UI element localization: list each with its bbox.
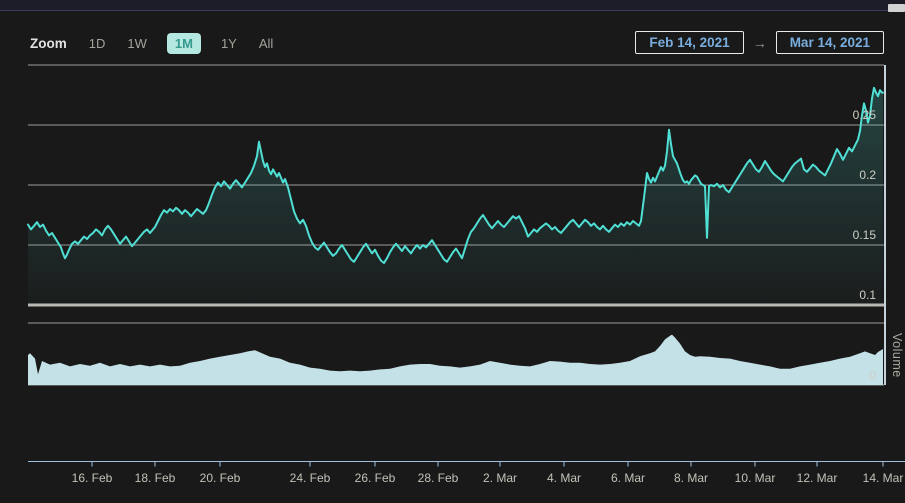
price-area: [28, 88, 883, 305]
x-axis-tick-label: 18. Feb: [125, 471, 185, 485]
price-axis-label: 0.2: [859, 168, 876, 182]
x-axis-tick-label: 10. Mar: [725, 471, 785, 485]
x-axis-tick-label: 24. Feb: [280, 471, 340, 485]
x-axis-tick-label: 2. Mar: [470, 471, 530, 485]
price-axis-label: 0.15: [853, 228, 876, 242]
x-axis-tick-label: 12. Mar: [787, 471, 847, 485]
x-axis-tick-label: 6. Mar: [598, 471, 658, 485]
x-axis-tick-label: 26. Feb: [345, 471, 405, 485]
price-volume-chart[interactable]: [0, 0, 905, 503]
volume-zero-label: 0: [869, 368, 876, 382]
x-axis-tick-label: 4. Mar: [534, 471, 594, 485]
x-axis-tick-label: 20. Feb: [190, 471, 250, 485]
price-axis-label: 0.1: [859, 288, 876, 302]
x-axis-tick-label: 28. Feb: [408, 471, 468, 485]
x-axis-tick-label: 14. Mar: [853, 471, 905, 485]
stock-chart-screen: Zoom 1D 1W 1M 1Y All Feb 14, 2021 → Mar …: [0, 0, 905, 503]
price-axis-label: 0.25: [853, 108, 876, 122]
x-axis-tick-label: 16. Feb: [62, 471, 122, 485]
volume-area: [28, 335, 883, 385]
x-axis-tick-label: 8. Mar: [661, 471, 721, 485]
volume-axis-title: Volume: [886, 320, 904, 390]
